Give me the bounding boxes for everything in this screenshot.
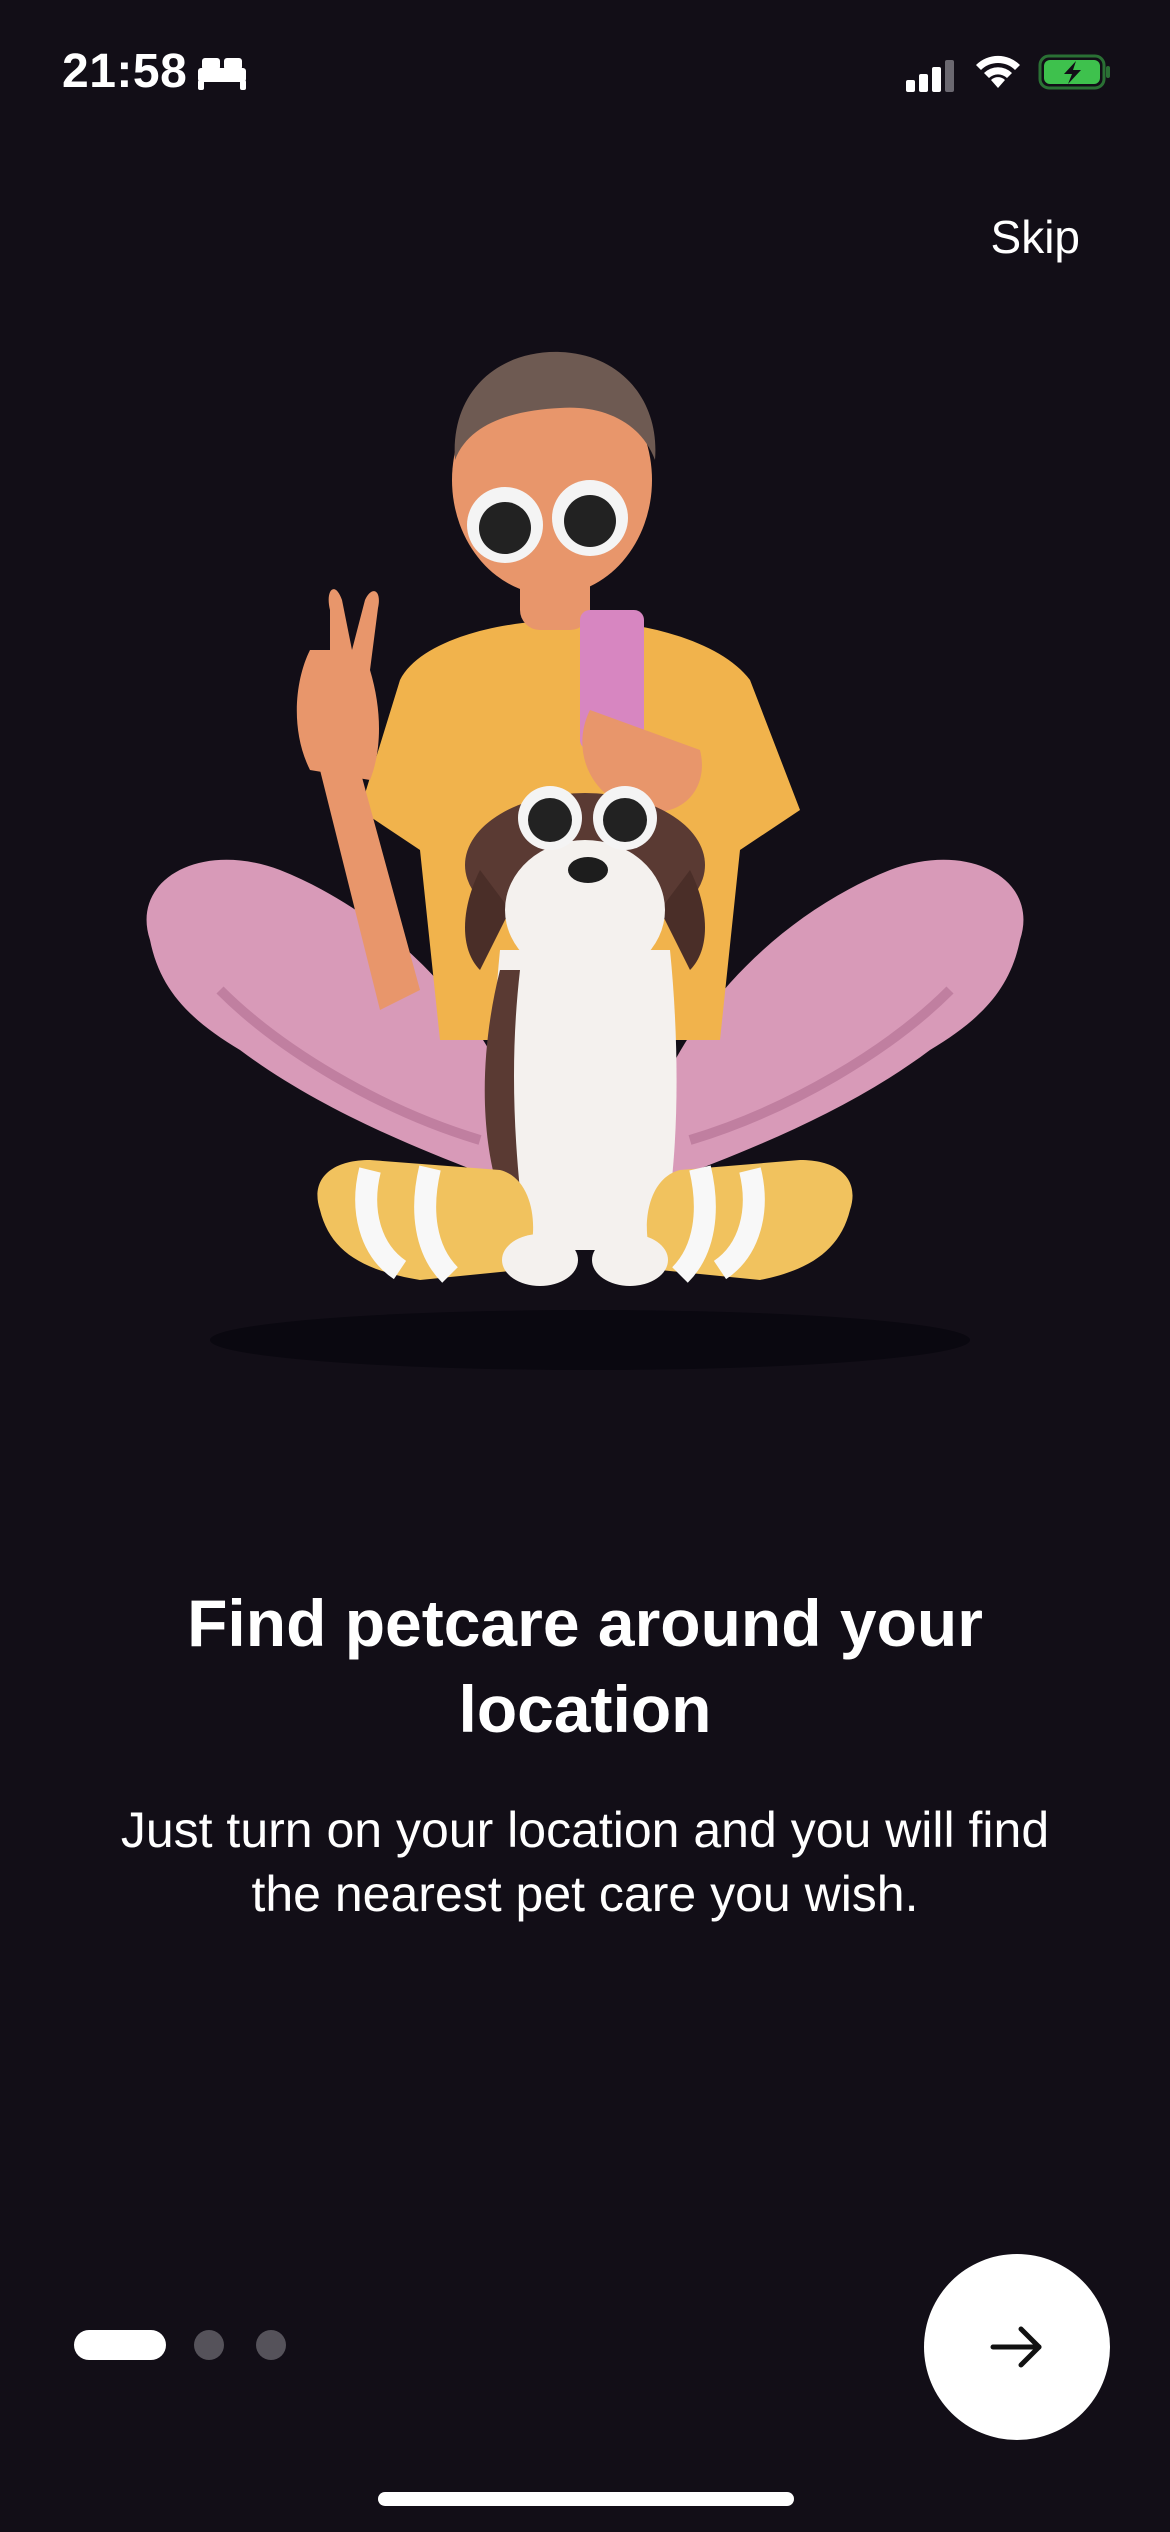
page-dot-active — [74, 2330, 166, 2360]
person-with-dog-illustration — [146, 351, 1024, 1370]
page-dot — [256, 2330, 286, 2360]
skip-button[interactable]: Skip — [991, 210, 1080, 264]
wifi-icon — [976, 55, 1020, 88]
onboarding-title: Find petcare around your location — [187, 1586, 983, 1746]
battery-charging-icon — [1038, 54, 1110, 90]
home-indicator[interactable] — [378, 2492, 794, 2506]
page-indicator — [74, 2330, 318, 2360]
next-button[interactable] — [924, 2254, 1110, 2440]
status-time: 21:58 — [62, 45, 188, 98]
page-dot — [194, 2330, 224, 2360]
bed-icon — [198, 58, 246, 90]
onboarding-subtitle: Just turn on your location and you will … — [120, 1802, 1050, 1922]
arrow-right-icon — [990, 2326, 1042, 2368]
cellular-signal-icon — [906, 60, 954, 92]
status-bar: 21:58 — [0, 0, 1170, 150]
